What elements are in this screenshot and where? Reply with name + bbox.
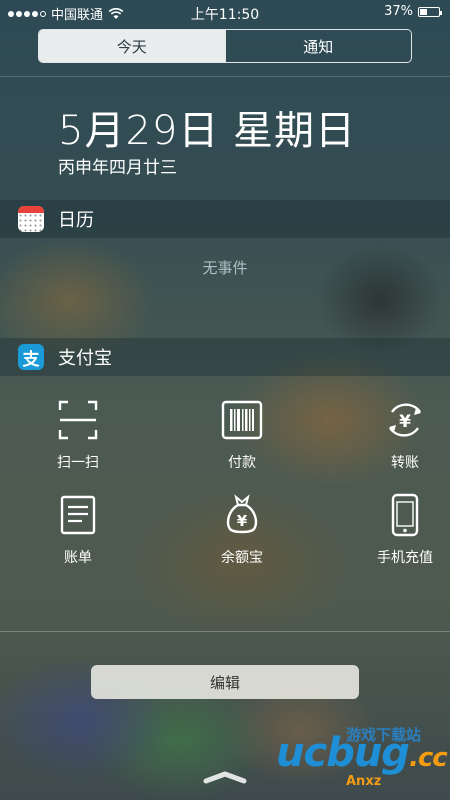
status-bar: 中国联通 上午11:50 37%: [0, 0, 450, 24]
alipay-action-yuebao[interactable]: ¥ 余额宝: [182, 493, 302, 567]
battery-percent: 37%: [384, 4, 413, 19]
clock: 上午11:50: [190, 7, 260, 23]
watermark-logo: 游戏下载站 ucbug.cc Anxz: [276, 722, 448, 796]
widgets-divider: [0, 631, 450, 632]
action-label: 扫一扫: [57, 455, 99, 471]
svg-text:¥: ¥: [399, 412, 411, 432]
action-label: 付款: [228, 455, 256, 471]
header-divider: [0, 76, 450, 77]
bill-icon: [60, 495, 96, 535]
alipay-widget-title: 支付宝: [58, 348, 112, 369]
alipay-widget-header[interactable]: 支 支付宝: [0, 338, 450, 376]
alipay-action-recharge[interactable]: 手机充值: [345, 493, 450, 567]
date-heading: 5月29日 星期日: [58, 108, 357, 154]
lunar-date: 丙申年四月廿三: [58, 158, 177, 178]
no-events-text: 无事件: [202, 259, 248, 277]
edit-button[interactable]: 编辑: [91, 665, 359, 699]
transfer-icon: ¥: [389, 403, 421, 437]
watermark-sub-text: Anxz: [346, 774, 382, 789]
svg-text:¥: ¥: [237, 512, 248, 530]
calendar-widget-title: 日历: [58, 210, 94, 231]
watermark-brand: ucbug: [276, 730, 410, 776]
view-switcher: 今天 通知: [38, 29, 412, 63]
action-label: 手机充值: [377, 550, 433, 566]
alipay-app-icon: 支: [18, 344, 44, 370]
alipay-action-scan[interactable]: 扫一扫: [18, 398, 138, 472]
action-label: 转账: [391, 455, 419, 471]
calendar-widget-header[interactable]: 日历: [0, 200, 450, 238]
scan-icon: [58, 400, 98, 440]
alipay-action-pay[interactable]: 付款: [182, 398, 302, 472]
action-label: 账单: [64, 550, 92, 566]
alipay-action-bill[interactable]: 账单: [18, 493, 138, 567]
tab-today[interactable]: 今天: [39, 30, 225, 62]
barcode-icon: [221, 400, 263, 440]
action-label: 余额宝: [221, 550, 263, 566]
chevron-up-icon[interactable]: [203, 770, 247, 784]
money-bag-icon: ¥: [226, 494, 258, 534]
phone-icon: [391, 493, 419, 537]
alipay-action-transfer[interactable]: ¥ 转账: [345, 398, 450, 472]
tab-notifications[interactable]: 通知: [224, 30, 412, 62]
calendar-app-icon: [18, 206, 44, 232]
watermark-suffix: .cc: [408, 743, 448, 773]
battery-icon: [418, 6, 442, 17]
watermark-main-text: ucbug.cc: [276, 730, 448, 776]
